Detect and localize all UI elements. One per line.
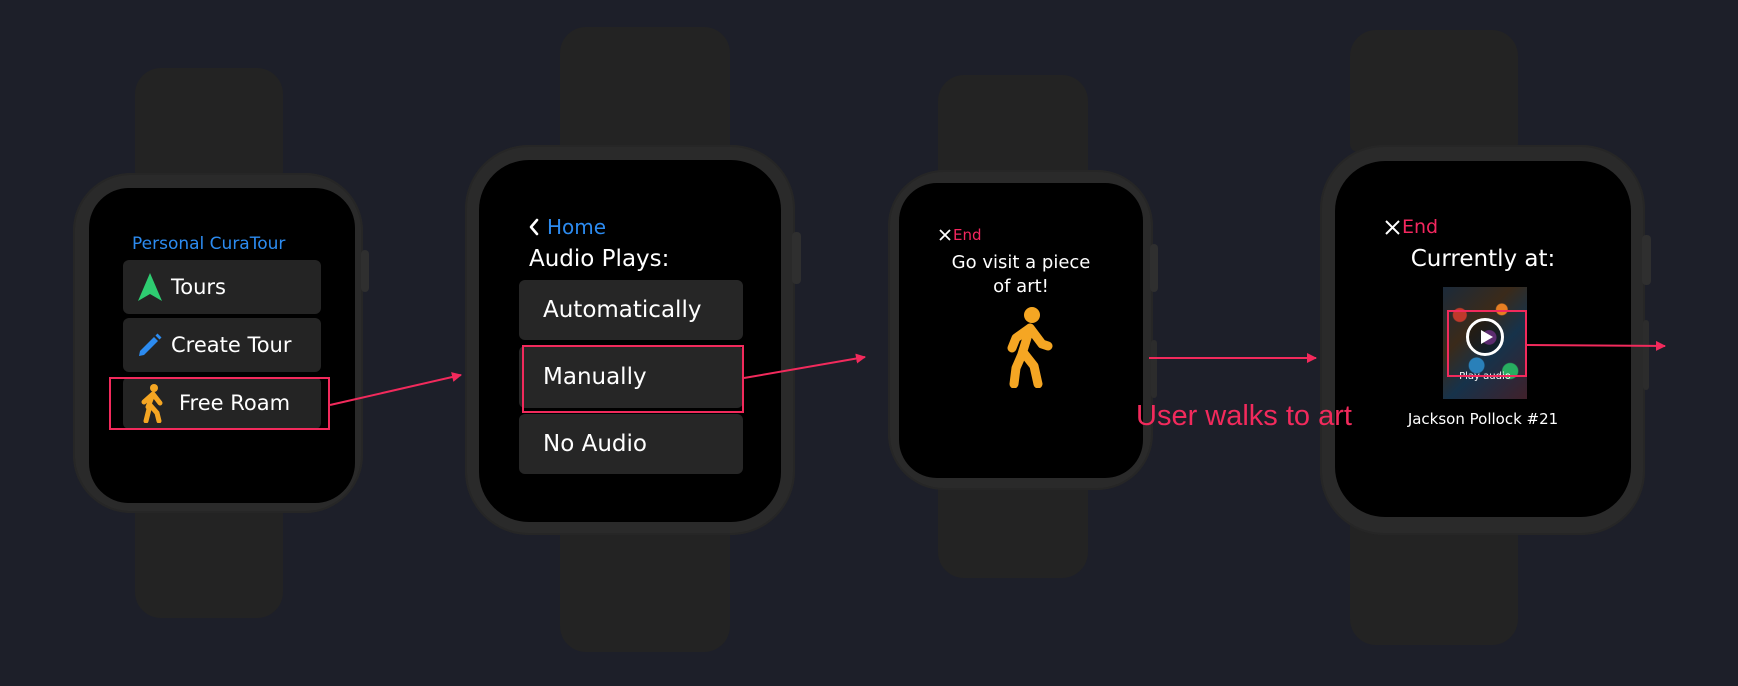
- arrow-home-to-audio: [329, 372, 462, 406]
- arrow-audio-to-roam: [743, 353, 866, 379]
- storyboard: Personal CuraTour Tours Create Tour Free…: [0, 0, 1738, 686]
- arrow-current-next: [1526, 340, 1666, 351]
- walk-caption: User walks to art: [1136, 400, 1352, 432]
- flow-arrows: [329, 340, 1666, 406]
